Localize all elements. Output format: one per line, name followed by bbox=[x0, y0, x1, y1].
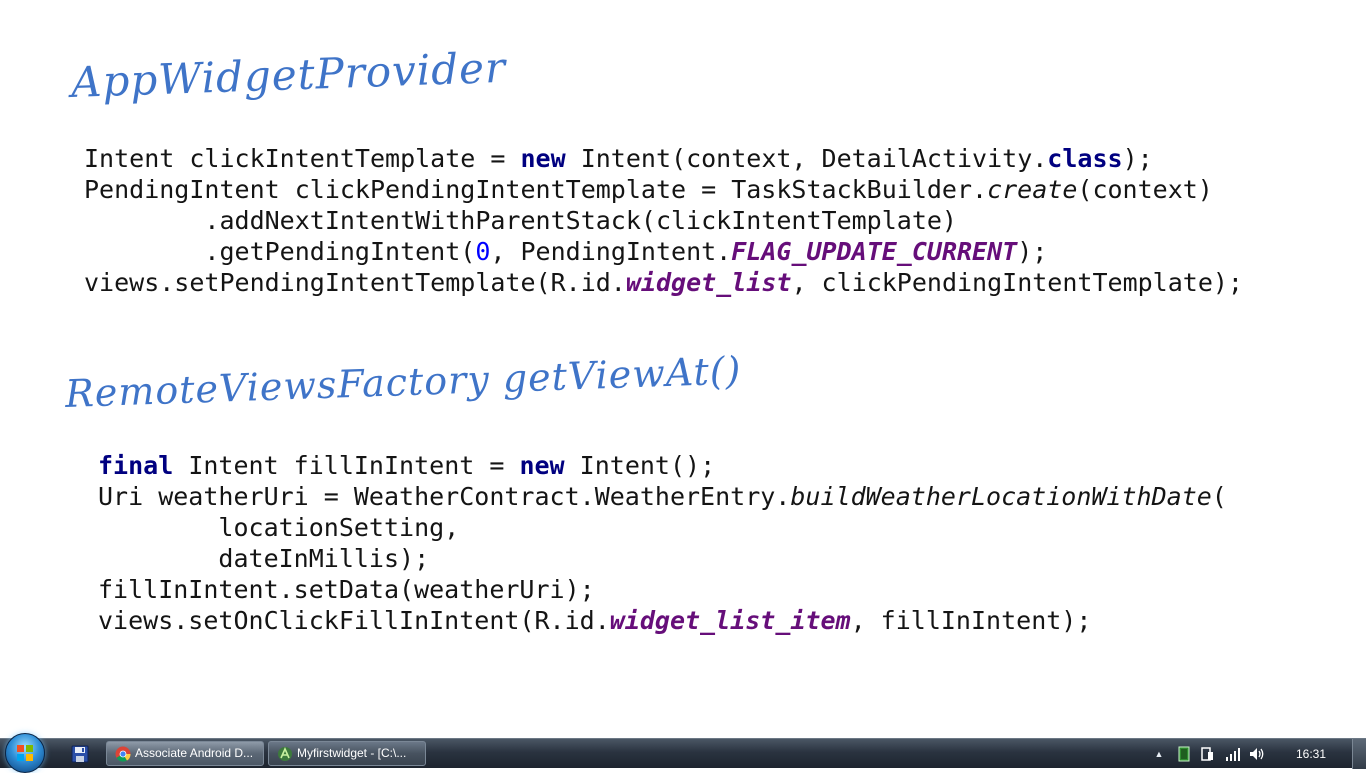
taskbar-clock[interactable]: 16:31 bbox=[1286, 739, 1336, 769]
code-line: Intent clickIntentTemplate = new Intent(… bbox=[84, 143, 1243, 174]
volume-icon[interactable] bbox=[1248, 746, 1266, 762]
code-token: Uri weatherUri = WeatherContract.Weather… bbox=[98, 482, 791, 511]
taskbar-button-label: Myfirstwidget - [C:\... bbox=[297, 746, 407, 760]
code-token: widget_list_item bbox=[609, 606, 851, 635]
android-studio-icon bbox=[278, 747, 292, 761]
green-status-icon[interactable] bbox=[1178, 746, 1190, 762]
show-hidden-icons-arrow-icon[interactable]: ▲ bbox=[1154, 746, 1164, 762]
code-token: , PendingIntent. bbox=[490, 237, 732, 266]
code-line: .addNextIntentWithParentStack(clickInten… bbox=[84, 205, 1243, 236]
code-token: create bbox=[987, 175, 1078, 204]
code-token: Intent(); bbox=[564, 451, 716, 480]
code-token: .getPendingIntent( bbox=[84, 237, 476, 266]
taskbar-button-android-studio[interactable]: Myfirstwidget - [C:\... bbox=[268, 741, 426, 766]
code-token: ); bbox=[1017, 237, 1048, 266]
chrome-icon bbox=[115, 746, 131, 762]
code-line: Uri weatherUri = WeatherContract.Weather… bbox=[98, 481, 1227, 512]
windows-logo-icon bbox=[17, 745, 33, 761]
device-icon[interactable] bbox=[1200, 746, 1214, 762]
show-desktop-button[interactable] bbox=[1352, 739, 1366, 769]
code-token: widget_list bbox=[625, 268, 792, 297]
code-line: dateInMillis); bbox=[98, 543, 1227, 574]
code-line: views.setPendingIntentTemplate(R.id.widg… bbox=[84, 267, 1243, 298]
code-token: FLAG_UPDATE_CURRENT bbox=[731, 237, 1018, 266]
taskbar-button-chrome[interactable]: Associate Android D... bbox=[106, 741, 264, 766]
code-block-remoteviewsfactory: final Intent fillInIntent = new Intent()… bbox=[98, 450, 1227, 636]
code-token: Intent(context, DetailActivity. bbox=[565, 144, 1048, 173]
code-token: fillInIntent.setData(weatherUri); bbox=[98, 575, 595, 604]
code-token: ( bbox=[1211, 482, 1227, 511]
floppy-save-icon[interactable] bbox=[70, 744, 90, 764]
code-token: , fillInIntent); bbox=[850, 606, 1092, 635]
code-token: Intent clickIntentTemplate = bbox=[84, 144, 521, 173]
code-token: final bbox=[98, 451, 174, 480]
taskbar-button-label: Associate Android D... bbox=[135, 746, 254, 760]
code-token: new bbox=[519, 451, 565, 480]
handwritten-title-appwidgetprovider: AppWidgetProvider bbox=[70, 42, 507, 107]
handwritten-title-remoteviewsfactory: RemoteViewsFactory getViewAt() bbox=[64, 348, 743, 416]
network-signal-icon[interactable] bbox=[1225, 746, 1241, 762]
code-token: (context) bbox=[1077, 175, 1213, 204]
code-token: Intent fillInIntent = bbox=[173, 451, 520, 480]
code-token: ); bbox=[1122, 144, 1153, 173]
code-token: dateInMillis); bbox=[98, 544, 430, 573]
code-line: fillInIntent.setData(weatherUri); bbox=[98, 574, 1227, 605]
code-token: , clickPendingIntentTemplate); bbox=[791, 268, 1243, 297]
code-token: views.setPendingIntentTemplate(R.id. bbox=[84, 268, 626, 297]
code-line: final Intent fillInIntent = new Intent()… bbox=[98, 450, 1227, 481]
code-token: new bbox=[520, 144, 566, 173]
taskbar: Associate Android D... Myfirstwidget - [… bbox=[0, 733, 1366, 773]
code-token: PendingIntent clickPendingIntentTemplate… bbox=[84, 175, 988, 204]
code-token: 0 bbox=[475, 237, 491, 266]
code-line: .getPendingIntent(0, PendingIntent.FLAG_… bbox=[84, 236, 1243, 267]
code-line: views.setOnClickFillInIntent(R.id.widget… bbox=[98, 605, 1227, 636]
code-token: views.setOnClickFillInIntent(R.id. bbox=[98, 606, 610, 635]
start-button[interactable] bbox=[5, 733, 45, 773]
code-line: locationSetting, bbox=[98, 512, 1227, 543]
code-token: class bbox=[1047, 144, 1123, 173]
code-token: .addNextIntentWithParentStack(clickInten… bbox=[84, 206, 957, 235]
code-token: buildWeatherLocationWithDate bbox=[790, 482, 1212, 511]
code-line: PendingIntent clickPendingIntentTemplate… bbox=[84, 174, 1243, 205]
code-token: locationSetting, bbox=[98, 513, 460, 542]
code-block-appwidgetprovider: Intent clickIntentTemplate = new Intent(… bbox=[84, 143, 1243, 298]
